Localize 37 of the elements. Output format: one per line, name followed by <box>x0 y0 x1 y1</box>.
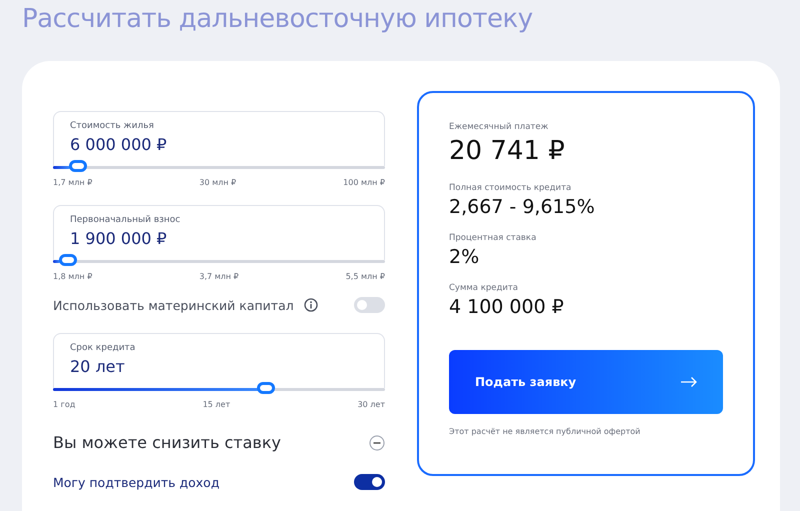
field-value: 1 900 000 ₽ <box>70 229 168 248</box>
option-label: Использовать материнский капитал <box>53 298 294 312</box>
field-label: Срок кредита <box>70 343 136 353</box>
disclaimer-text: Этот расчёт не является публичной офертой <box>449 427 642 436</box>
tick-label: 3,7 млн ₽ <box>199 272 239 281</box>
tick-label: 1,7 млн ₽ <box>53 178 92 187</box>
field-label: Стоимость жилья <box>70 121 155 131</box>
result-label: Сумма кредита <box>449 283 520 293</box>
page-title: Рассчитать дальневосточную ипотеку <box>21 3 534 36</box>
info-icon[interactable] <box>304 298 318 312</box>
result-value: 2,667 - 9,615% <box>449 196 596 218</box>
slider-thumb[interactable] <box>59 254 78 266</box>
tick-label: 1 год <box>53 400 76 409</box>
collapse-icon[interactable] <box>369 434 385 450</box>
field-value: 20 лет <box>70 357 126 376</box>
toggle-switch[interactable] <box>354 474 385 490</box>
slider-thumb[interactable] <box>257 382 276 394</box>
field-value: 6 000 000 ₽ <box>70 135 168 154</box>
result-value: 20 741 ₽ <box>449 136 566 166</box>
result-value: 4 100 000 ₽ <box>449 296 565 318</box>
arrow-right-icon <box>681 377 697 387</box>
field-label: Первоначальный взнос <box>70 215 182 225</box>
result-label: Процентная ставка <box>449 233 538 243</box>
tick-label: 1,8 млн ₽ <box>53 272 92 281</box>
tick-label: 30 млн ₽ <box>199 178 236 187</box>
tick-label: 100 млн ₽ <box>343 178 385 187</box>
apply-button[interactable]: Подать заявку <box>449 350 723 414</box>
slider-thumb[interactable] <box>68 160 87 172</box>
tick-label: 15 лет <box>202 400 230 409</box>
result-value: 2% <box>449 246 480 268</box>
option-label: Могу подтвердить доход <box>53 474 220 490</box>
result-label: Ежемесячный платеж <box>449 122 550 132</box>
tick-label: 5,5 млн ₽ <box>346 272 385 281</box>
result-label: Полная стоимость кредита <box>449 183 572 193</box>
toggle-switch[interactable] <box>354 297 385 313</box>
section-title: Вы можете снизить ставку <box>53 433 281 452</box>
tick-label: 30 лет <box>358 400 385 409</box>
